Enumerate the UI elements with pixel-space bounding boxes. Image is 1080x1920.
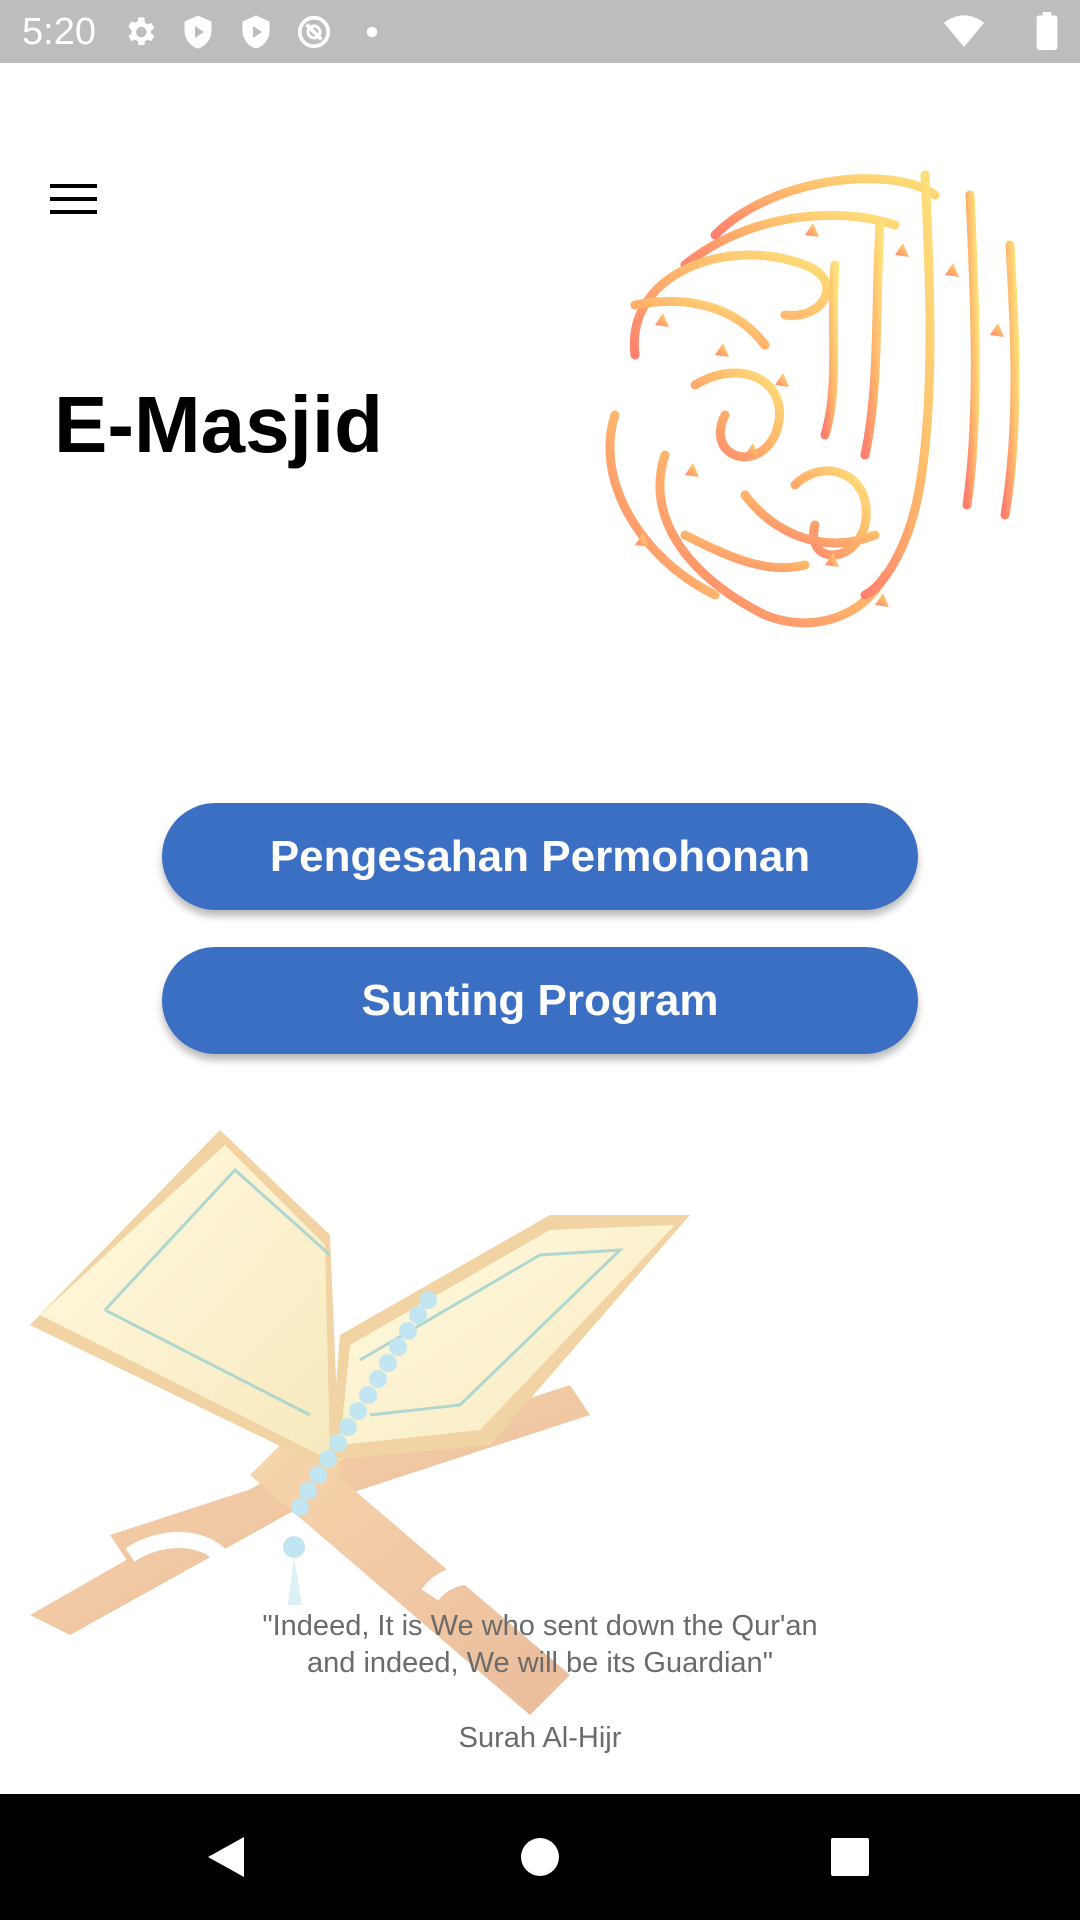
quran-calligraphy-logo [575, 155, 1050, 635]
wifi-icon [944, 14, 984, 50]
shield-icon [180, 14, 216, 50]
do-not-disturb-icon [296, 14, 332, 50]
quote-source: Surah Al-Hijr [140, 1720, 940, 1757]
edit-program-button[interactable]: Sunting Program [162, 947, 918, 1054]
status-bar: 5:20 [0, 0, 1080, 63]
notification-dot-icon [354, 14, 390, 50]
approve-application-button[interactable]: Pengesahan Permohonan [162, 803, 918, 910]
home-icon[interactable] [510, 1827, 570, 1887]
menu-icon-bar [50, 197, 97, 201]
back-icon[interactable] [196, 1827, 256, 1887]
status-time: 5:20 [22, 10, 96, 54]
recents-icon[interactable] [820, 1827, 880, 1887]
quote-text: "Indeed, It is We who sent down the Qur'… [140, 1608, 940, 1682]
quote-line-1: "Indeed, It is We who sent down the Qur'… [140, 1608, 940, 1645]
menu-icon-bar [50, 184, 97, 188]
menu-icon-bar [50, 210, 97, 214]
app-title: E-Masjid [54, 380, 383, 470]
quote-line-2: and indeed, We will be its Guardian" [140, 1645, 940, 1682]
menu-icon[interactable] [44, 178, 104, 220]
battery-icon [1036, 12, 1058, 50]
navigation-bar [0, 1794, 1080, 1920]
shield-icon [238, 14, 274, 50]
settings-icon [122, 14, 158, 50]
app-screen: 5:20 E-Masjid [0, 0, 1080, 1920]
